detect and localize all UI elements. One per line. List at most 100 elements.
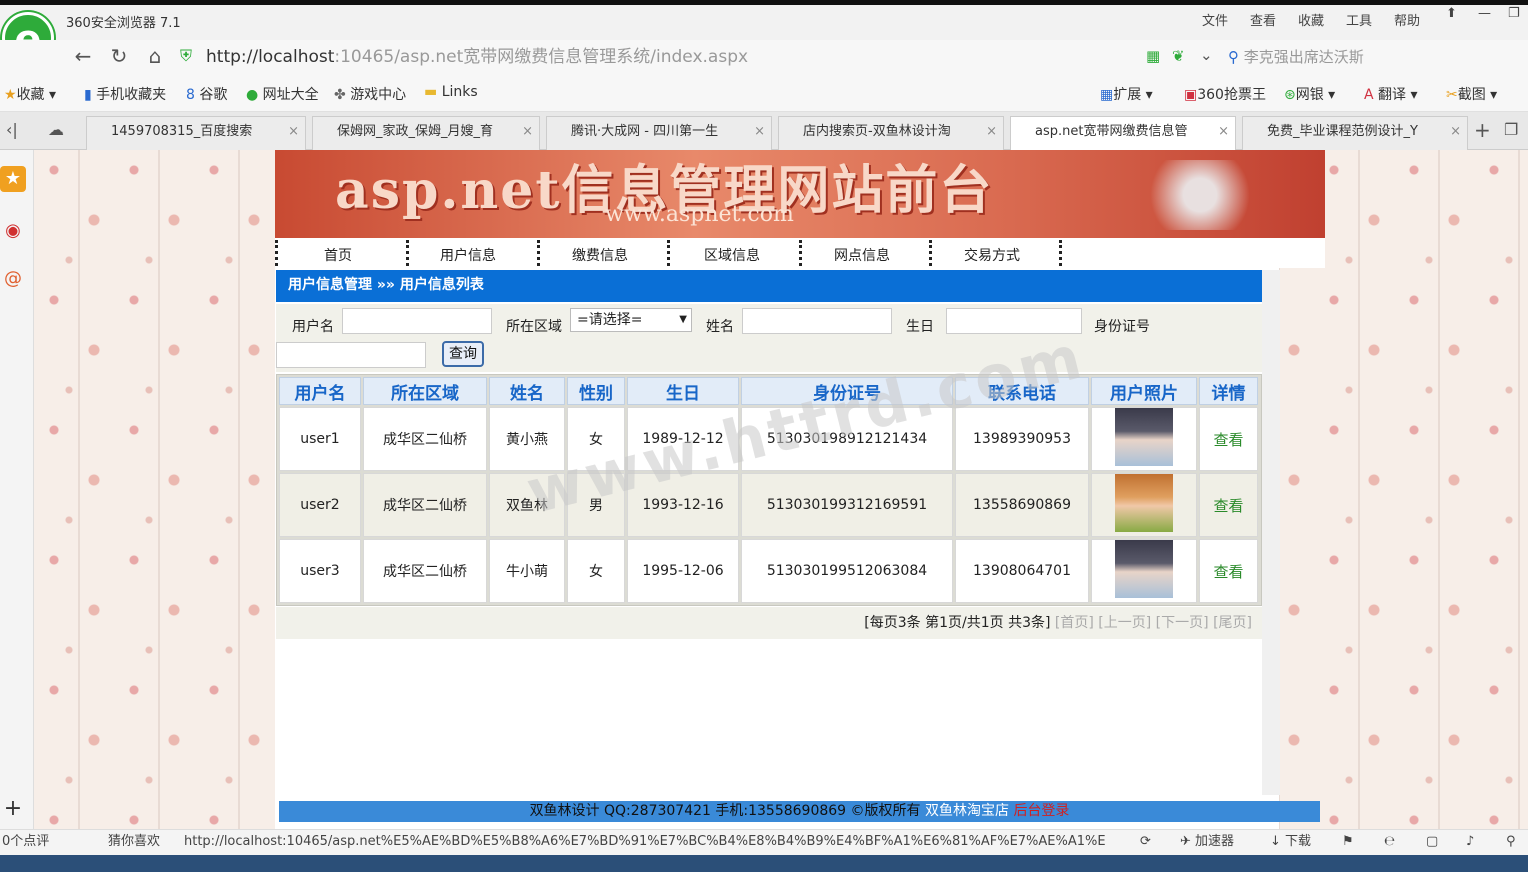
nav-user-info[interactable]: 用户信息: [440, 245, 496, 265]
bookmark-sites[interactable]: ● 网址大全: [246, 84, 319, 104]
user-photo[interactable]: [1115, 408, 1173, 466]
tool-bank[interactable]: ⊛网银 ▾: [1284, 84, 1335, 104]
bookmark-mobile[interactable]: ▮ 手机收藏夹: [84, 84, 166, 104]
tool-screenshot[interactable]: ✂截图 ▾: [1446, 84, 1497, 104]
cell-birthday: 1989-12-12: [627, 407, 739, 471]
name-label: 姓名: [706, 319, 734, 335]
chevron-down-icon[interactable]: ⌄: [1200, 46, 1213, 64]
tab-list-icon[interactable]: ❐: [1504, 120, 1518, 139]
search-input[interactable]: ⚲ 李克强出席达沃斯: [1228, 44, 1518, 70]
col-username: 用户名: [279, 377, 361, 405]
close-icon[interactable]: ×: [1450, 117, 1461, 147]
birthday-input[interactable]: [946, 308, 1082, 334]
user-photo[interactable]: [1115, 540, 1173, 598]
view-link[interactable]: 查看: [1213, 563, 1243, 581]
menu-help[interactable]: 帮助: [1394, 10, 1420, 29]
col-name: 姓名: [489, 377, 565, 405]
url-input[interactable]: http://localhost:10465/asp.net宽带网缴费信息管理系…: [178, 44, 1138, 70]
add-sidebar-icon[interactable]: +: [0, 796, 26, 822]
footer-admin-link[interactable]: 后台登录: [1013, 803, 1069, 819]
name-input[interactable]: [742, 308, 892, 334]
leaf-icon[interactable]: ❦: [1172, 47, 1185, 65]
idcard-input[interactable]: [276, 342, 426, 368]
content-scrollbar[interactable]: [1262, 270, 1280, 795]
pager-prev[interactable]: [上一页]: [1098, 615, 1151, 631]
accelerator-button[interactable]: ✈ 加速器: [1180, 830, 1234, 854]
nav-trade-method[interactable]: 交易方式: [964, 245, 1020, 265]
close-icon[interactable]: ×: [986, 117, 997, 147]
bookmark-games[interactable]: ✤ 游戏中心: [334, 84, 406, 104]
tab-4-active[interactable]: asp.net宽带网缴费信息管 ×: [1010, 116, 1236, 151]
query-button[interactable]: 查询: [442, 341, 484, 367]
menu-favorites[interactable]: 收藏: [1298, 10, 1324, 29]
view-link[interactable]: 查看: [1213, 497, 1243, 515]
grid-icon: ▦: [1100, 87, 1114, 103]
nav-home[interactable]: 首页: [324, 245, 352, 265]
refresh-icon[interactable]: ↻: [106, 44, 132, 68]
col-phone: 联系电话: [955, 377, 1089, 405]
menu-file[interactable]: 文件: [1202, 10, 1228, 29]
menu-tools[interactable]: 工具: [1346, 10, 1372, 29]
minimize-icon[interactable]: —: [1478, 6, 1491, 21]
cell-gender: 女: [567, 407, 625, 471]
bookmark-links[interactable]: ▬ Links: [424, 84, 478, 100]
tab-5[interactable]: 免费_毕业课程范例设计_Y ×: [1242, 116, 1468, 150]
status-url: http://localhost:10465/asp.net%E5%AE%BD%…: [184, 834, 1106, 849]
close-icon[interactable]: ×: [754, 117, 765, 147]
tab-label: asp.net宽带网缴费信息管: [1035, 124, 1188, 139]
table-row: user2 成华区二仙桥 双鱼林 男 1993-12-16 5130301993…: [279, 473, 1258, 537]
favorites-star-icon[interactable]: ★: [0, 166, 26, 192]
area-select[interactable]: =请选择= ▼: [570, 308, 692, 332]
username-input[interactable]: [342, 308, 492, 334]
qrcode-icon[interactable]: ▦: [1146, 47, 1160, 65]
star-icon: ★: [4, 87, 17, 103]
tab-0[interactable]: 1459708315_百度搜索 ×: [86, 116, 306, 150]
close-icon[interactable]: ×: [288, 117, 299, 147]
tab-3[interactable]: 店内搜索页-双鱼林设计淘 ×: [778, 116, 1004, 150]
tool-tickets[interactable]: ▣360抢票王: [1184, 84, 1266, 104]
accelerator-label: 加速器: [1195, 834, 1235, 849]
tab-1[interactable]: 保姆网_家政_保姆_月嫂_育 ×: [312, 116, 540, 150]
zoom-icon[interactable]: ⚲: [1506, 830, 1516, 854]
restore-icon[interactable]: ❐: [1508, 6, 1520, 21]
tool-extensions[interactable]: ▦扩展 ▾: [1100, 84, 1153, 104]
close-icon[interactable]: ×: [522, 117, 533, 147]
volume-icon[interactable]: ♪: [1466, 830, 1474, 854]
bookmark-favorites[interactable]: ★收藏 ▾: [4, 84, 56, 104]
close-icon[interactable]: ×: [1218, 117, 1229, 147]
tab-scroll-left-icon[interactable]: ‹|: [6, 120, 18, 139]
bookmark-google[interactable]: 8 谷歌: [186, 84, 227, 104]
home-icon[interactable]: ⌂: [142, 44, 168, 68]
cloud-icon[interactable]: ☁: [48, 120, 64, 139]
footer-shop-link[interactable]: 双鱼林淘宝店: [925, 803, 1009, 819]
menu-view[interactable]: 查看: [1250, 10, 1276, 29]
guess-you-like[interactable]: 猜你喜欢: [108, 830, 160, 854]
nav-separator: [537, 240, 540, 266]
nav-payment-info[interactable]: 缴费信息: [572, 245, 628, 265]
user-photo[interactable]: [1115, 474, 1173, 532]
tool-translate[interactable]: A 翻译 ▾: [1364, 84, 1418, 104]
nav-area-info[interactable]: 区域信息: [704, 245, 760, 265]
status-bar: 0个点评 猜你喜欢 http://localhost:10465/asp.net…: [0, 829, 1528, 855]
pager-next[interactable]: [下一页]: [1156, 615, 1209, 631]
sync-icon[interactable]: ⟳: [1140, 830, 1151, 854]
window-icon[interactable]: ▢: [1426, 830, 1438, 854]
pager-first[interactable]: [首页]: [1055, 615, 1094, 631]
ie-icon[interactable]: ℮: [1384, 830, 1395, 854]
pin-icon[interactable]: ⬆: [1446, 6, 1457, 21]
pager-last[interactable]: [尾页]: [1213, 615, 1252, 631]
tool-label: 翻译: [1378, 87, 1407, 103]
mail-icon[interactable]: @: [0, 266, 26, 292]
weibo-icon[interactable]: ◉: [0, 218, 26, 244]
flag-icon[interactable]: ⚑: [1342, 830, 1354, 854]
view-link[interactable]: 查看: [1213, 431, 1243, 449]
cell-idcard: 513030199312169591: [741, 473, 953, 537]
back-icon[interactable]: ←: [70, 44, 96, 68]
download-button[interactable]: ↓ 下载: [1270, 830, 1311, 854]
nav-outlet-info[interactable]: 网点信息: [834, 245, 890, 265]
bookmark-label: 网址大全: [262, 87, 319, 103]
tab-2[interactable]: 腾讯·大成网 - 四川第一生 ×: [546, 116, 772, 150]
comments-status[interactable]: 0个点评: [2, 830, 49, 854]
new-tab-icon[interactable]: +: [1474, 118, 1491, 142]
cell-birthday: 1993-12-16: [627, 473, 739, 537]
